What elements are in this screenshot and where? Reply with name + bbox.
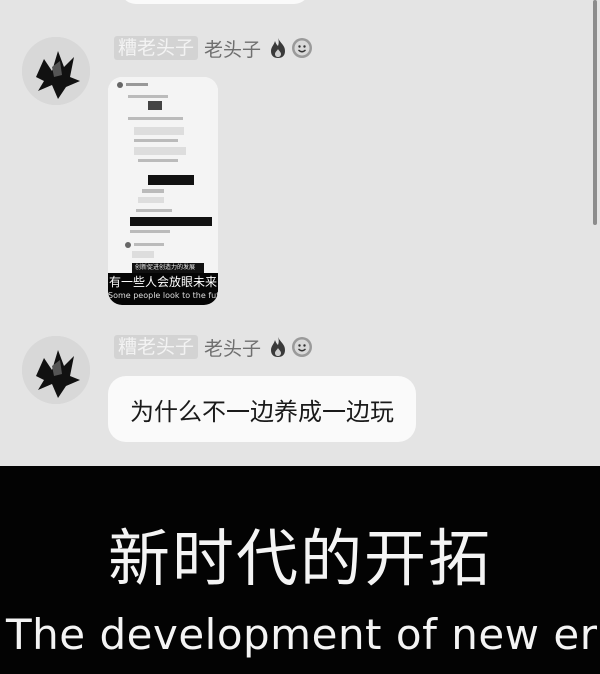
sender-name-tag[interactable]: 糟老头子 [114, 36, 199, 60]
fire-icon [271, 38, 286, 58]
caption-english: The development of new era [6, 610, 600, 659]
sender-name-tag[interactable]: 糟老头子 [114, 335, 199, 359]
text-message-bubble[interactable]: 为什么不一边养成一边玩 [108, 376, 416, 442]
scrollbar[interactable] [593, 0, 597, 225]
thumbnail-caption-en: Some people look to the futu [108, 291, 218, 300]
thumbnail-caption-cn: 有一些人会放眼未来 [108, 275, 217, 289]
message-text: 为什么不一边养成一边玩 [130, 397, 394, 426]
avatar[interactable] [22, 37, 90, 105]
sender-row: 糟老头子 老头子 [114, 334, 313, 361]
smiley-icon [292, 337, 313, 357]
sender-nickname[interactable]: 老头子 [204, 334, 261, 361]
image-message[interactable]: 创新促进创造力的发展 有一些人会放眼未来 Some people look to… [108, 77, 218, 305]
previous-message-bubble [120, 0, 310, 4]
fire-icon [271, 337, 286, 357]
sender-nickname[interactable]: 老头子 [204, 35, 261, 62]
sender-row: 糟老头子 老头子 [114, 35, 313, 62]
smiley-icon [292, 38, 313, 58]
avatar[interactable] [22, 336, 90, 404]
thumbnail-caption: 有一些人会放眼未来 Some people look to the futu [108, 273, 218, 305]
thumbnail-dark-caption: 创新促进创造力的发展 [132, 263, 202, 273]
caption-chinese: 新时代的开拓 [107, 522, 492, 595]
